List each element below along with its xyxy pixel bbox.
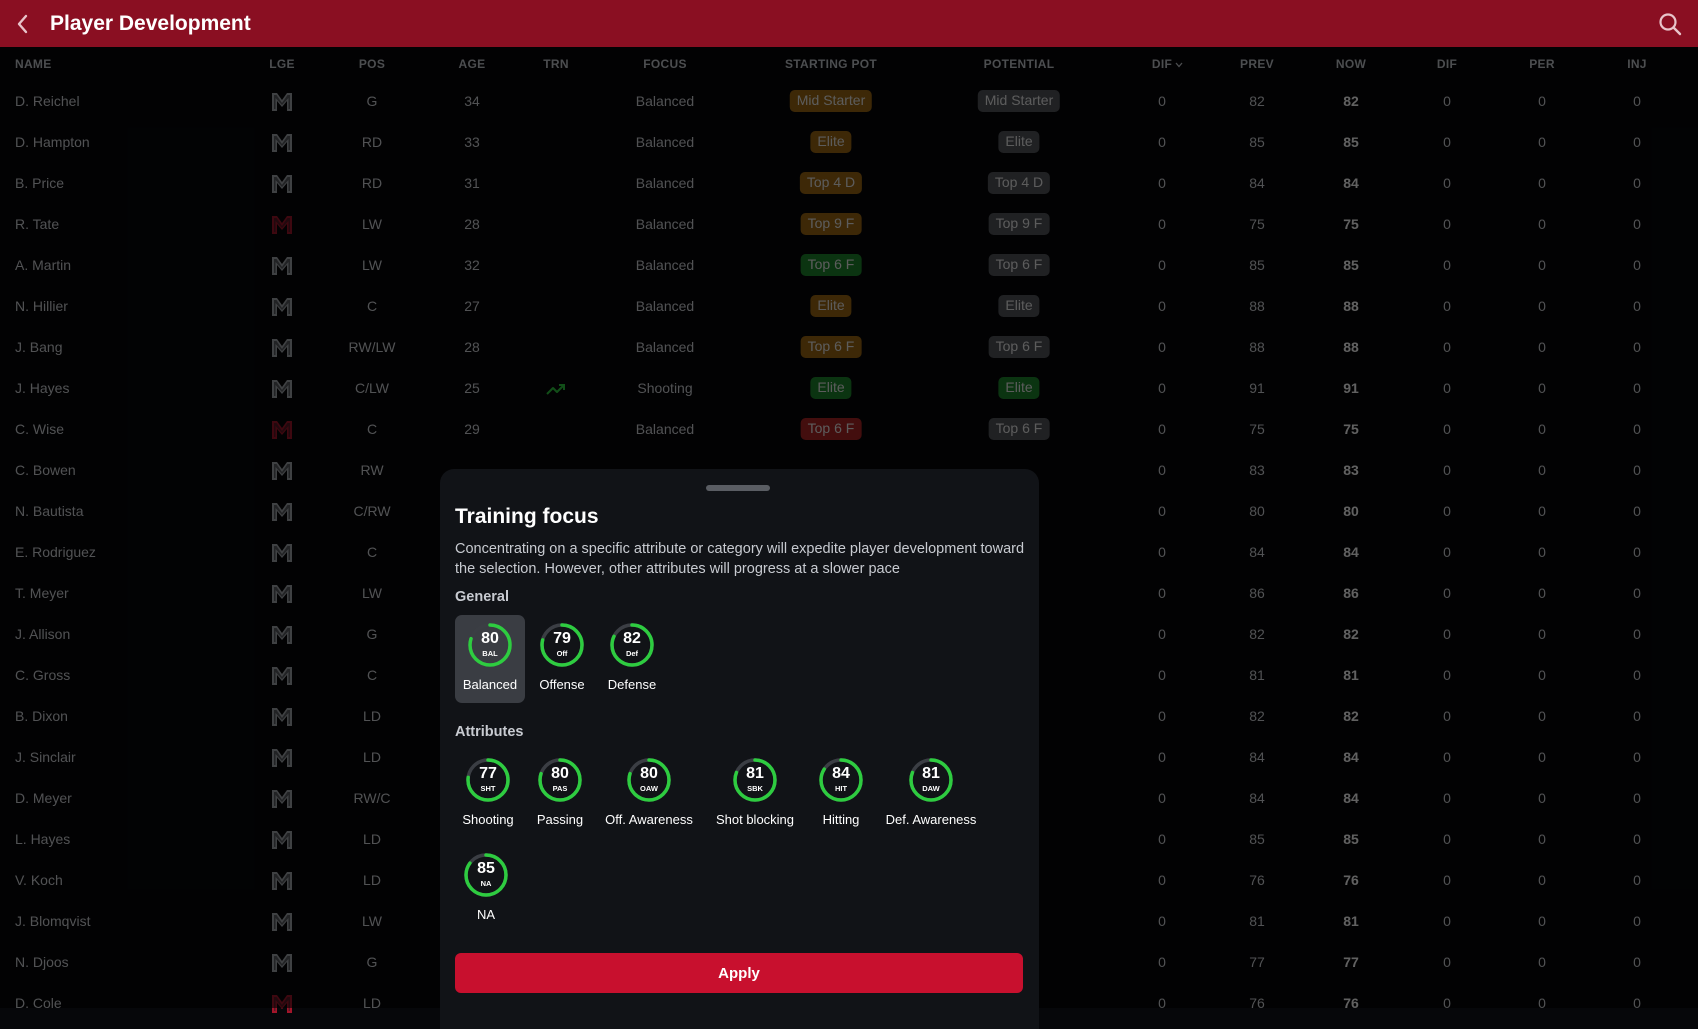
general-section-label: General [455,589,509,605]
rating-value: 80 [481,630,499,647]
focus-option-off-awareness[interactable]: 80 OAW Off. Awareness [605,750,693,838]
rating-value: 79 [553,630,571,647]
rating-abbr: OAW [640,784,658,793]
rating-value: 80 [640,765,658,782]
rating-value: 82 [623,630,641,647]
sheet-grabber[interactable] [706,485,770,491]
training-focus-sheet: Training focus Concentrating on a specif… [440,469,1039,1029]
page-title: Player Development [50,11,251,35]
rating-value: 77 [479,765,497,782]
rating-abbr: NA [480,879,492,888]
rating-value: 85 [477,860,495,877]
focus-option-def-awareness[interactable]: 81 DAW Def. Awareness [886,750,976,838]
option-label: Off. Awareness [605,812,693,827]
attributes-section-label: Attributes [455,724,524,740]
focus-option-hitting[interactable]: 84 HIT Hitting [806,750,876,838]
rating-abbr: HIT [834,784,848,793]
rating-abbr: SHT [480,784,496,793]
rating-value: 81 [746,765,764,782]
back-button[interactable] [0,0,46,47]
rating-value: 84 [832,765,850,782]
rating-abbr: BAL [482,649,498,658]
option-label: NA [476,907,496,922]
rating-abbr: PAS [552,784,568,793]
focus-option-passing[interactable]: 80 PAS Passing [525,750,595,838]
option-label: Def. Awareness [885,812,977,827]
sheet-title: Training focus [455,505,599,528]
sheet-description: Concentrating on a specific attribute or… [455,541,1025,577]
search-icon [1659,13,1682,36]
rating-abbr: DAW [922,784,940,793]
focus-option-shot-blocking[interactable]: 81 SBK Shot blocking [716,750,794,838]
apply-button[interactable]: Apply [455,953,1023,993]
option-label: Defense [607,677,657,692]
top-bar: Player Development [0,0,1698,47]
rating-abbr: Def [625,649,639,658]
rating-value: 80 [551,765,569,782]
focus-option-na[interactable]: 85 NA NA [451,845,521,933]
focus-option-defense[interactable]: 82 Def Defense [597,615,667,703]
chevron-left-icon [17,14,28,33]
rating-abbr: Off [556,649,568,658]
search-button[interactable] [1656,10,1684,38]
rating-value: 81 [922,765,940,782]
rating-abbr: SBK [747,784,763,793]
